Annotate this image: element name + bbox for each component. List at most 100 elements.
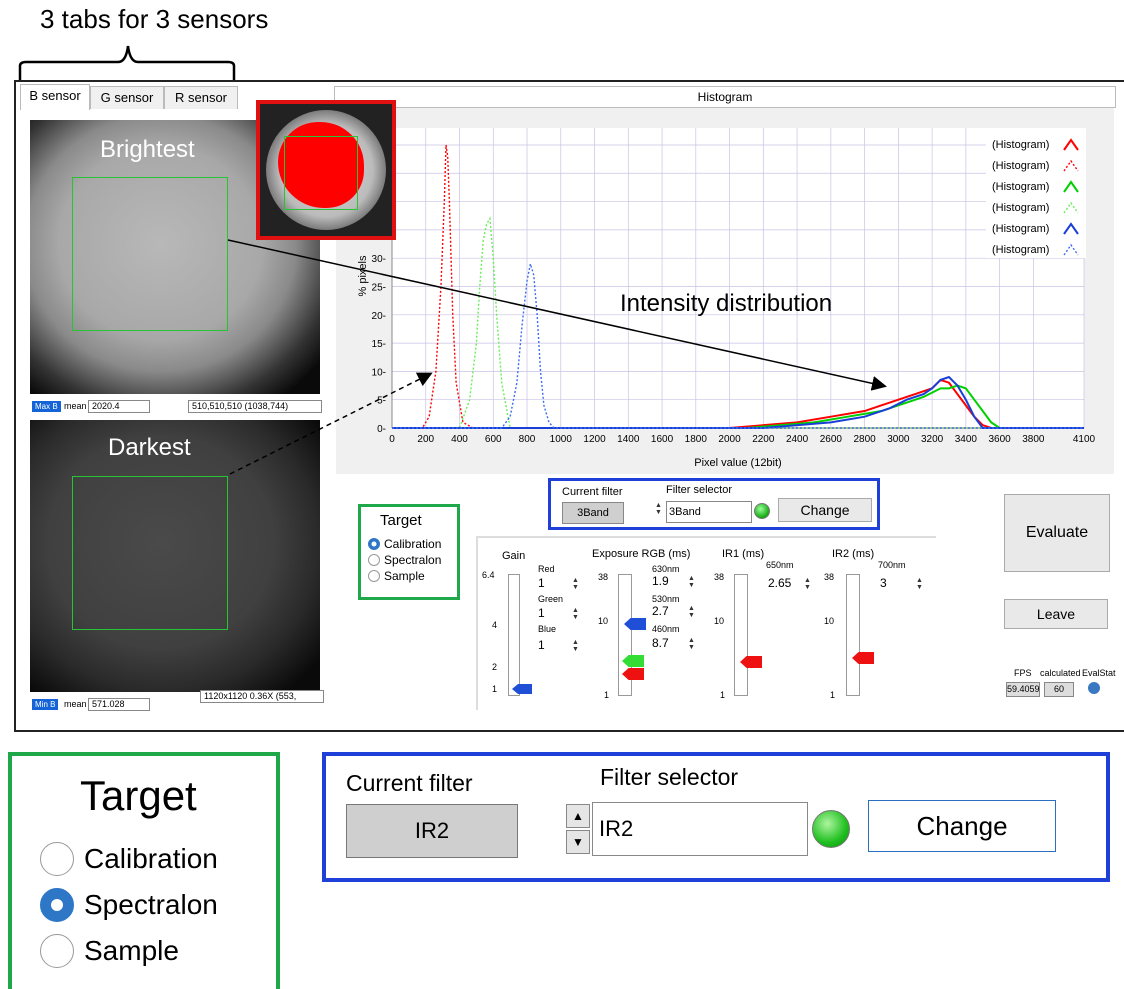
exposure-630-label: 630nm	[652, 564, 680, 574]
darkest-roi[interactable]	[72, 476, 228, 630]
saturation-inset	[256, 100, 396, 240]
zoom-target-radio-spectralon[interactable]: Spectralon	[40, 882, 218, 928]
gain-red-spinner[interactable]: ▲ ▼	[572, 577, 579, 591]
tabs-brace-annotation	[18, 45, 236, 80]
legend-entry: (Histogram)	[992, 160, 1049, 172]
exposure-tick-top: 38	[598, 572, 609, 582]
ir1-input[interactable]: 2.65	[766, 576, 802, 591]
x-tick-label: 2400	[786, 434, 809, 445]
fps-label: FPS	[1014, 668, 1032, 678]
legend-entry: (Histogram)	[992, 139, 1049, 151]
ir1-tick-mid: 10	[714, 616, 725, 626]
target-radio-button[interactable]	[368, 554, 380, 566]
target-radio-button[interactable]	[368, 570, 380, 582]
evaluate-button[interactable]: Evaluate	[1004, 494, 1110, 572]
darkest-mean-value: 571.028	[88, 698, 150, 711]
legend-entry: (Histogram)	[992, 223, 1049, 235]
tab-b-sensor[interactable]: B sensor	[20, 84, 90, 110]
darkest-mean-label: mean	[64, 699, 87, 709]
zoom-target-radio-sample[interactable]: Sample	[40, 928, 218, 974]
ir1-slider[interactable]	[734, 574, 748, 696]
target-radio-sample[interactable]: Sample	[368, 568, 441, 584]
zoom-target-radio-button[interactable]	[40, 934, 74, 968]
x-tick-label: 4100	[1073, 434, 1096, 445]
filter-status-led	[754, 503, 770, 519]
leave-button[interactable]: Leave	[1004, 599, 1108, 629]
brightest-mean-label: mean	[64, 401, 87, 411]
chart-legend: (Histogram) (Histogram) (Histogram) (Histog…	[986, 128, 1086, 258]
x-tick-label: 2000	[718, 434, 741, 445]
ir1-label: IR1 (ms)	[722, 548, 765, 560]
change-button[interactable]: Change	[778, 498, 872, 522]
ir1-tick-top: 38	[714, 572, 725, 582]
current-filter-label: Current filter	[562, 486, 623, 498]
zoom-change-button[interactable]: Change	[868, 800, 1056, 852]
gain-tick-1: 1	[492, 684, 498, 694]
gain-green-input[interactable]: 1	[536, 606, 572, 621]
x-tick-label: 400	[451, 434, 468, 445]
gain-red-input[interactable]: 1	[536, 576, 572, 591]
target-radio-spectralon[interactable]: Spectralon	[368, 552, 441, 568]
exposure-530-spinner[interactable]: ▲ ▼	[688, 605, 695, 619]
zoom-current-filter-label: Current filter	[346, 770, 473, 796]
exposure-630-spinner[interactable]: ▲ ▼	[688, 575, 695, 589]
tab-g-sensor[interactable]: G sensor	[90, 86, 164, 109]
settings-frame	[476, 536, 936, 710]
filter-selector-spinner[interactable]: ▲ ▼	[655, 502, 662, 516]
zoom-target-radio-button[interactable]	[40, 842, 74, 876]
zoom-spinner-up[interactable]: ▲	[566, 804, 590, 828]
ir2-input[interactable]: 3	[878, 576, 914, 591]
zoom-spinner-down[interactable]: ▼	[566, 830, 590, 854]
ir1-nm-label: 650nm	[766, 560, 794, 570]
zoom-target-title: Target	[80, 772, 197, 819]
ir2-slider[interactable]	[846, 574, 860, 696]
x-tick-label: 1600	[651, 434, 674, 445]
y-tick-label: 0-	[377, 424, 386, 435]
gain-red-label: Red	[538, 564, 555, 574]
x-tick-label: 3800	[1022, 434, 1045, 445]
exposure-630-input[interactable]: 1.9	[650, 574, 686, 589]
gain-green-label: Green	[538, 594, 564, 604]
x-tick-label: 3600	[988, 434, 1011, 445]
zoom-target-radio-label: Sample	[84, 935, 179, 966]
target-radio-label: Spectralon	[384, 553, 442, 567]
evalstat-label: EvalStat	[1082, 668, 1116, 678]
ir2-nm-label: 700nm	[878, 560, 906, 570]
tab-r-sensor[interactable]: R sensor	[164, 86, 238, 109]
exposure-460-label: 460nm	[652, 624, 680, 634]
zoom-filter-selector-input[interactable]: IR2	[592, 802, 808, 856]
ir1-spinner[interactable]: ▲ ▼	[804, 577, 811, 591]
exposure-460-spinner[interactable]: ▲ ▼	[688, 637, 695, 651]
zoom-target-radio-calibration[interactable]: Calibration	[40, 836, 218, 882]
brightest-mean-value: 2020.4	[88, 400, 150, 413]
exposure-530-input[interactable]: 2.7	[650, 604, 686, 619]
gain-label: Gain	[502, 550, 526, 562]
x-tick-label: 1800	[685, 434, 708, 445]
exposure-tick-mid: 10	[598, 616, 609, 626]
gain-blue-input[interactable]: 1	[536, 638, 572, 653]
x-tick-label: 200	[417, 434, 434, 445]
gain-green-spinner[interactable]: ▲ ▼	[572, 607, 579, 621]
target-title: Target	[380, 512, 422, 529]
brightest-roi[interactable]	[72, 177, 228, 331]
exposure-530-label: 530nm	[652, 594, 680, 604]
darkest-label: Darkest	[108, 434, 191, 461]
target-radio-button[interactable]	[368, 538, 380, 550]
ir2-label: IR2 (ms)	[832, 548, 875, 560]
zoom-target-radio-label: Calibration	[84, 843, 218, 874]
gain-blue-spinner[interactable]: ▲ ▼	[572, 639, 579, 653]
annotation-title: 3 tabs for 3 sensors	[40, 4, 269, 34]
y-tick-label: 25-	[372, 282, 386, 293]
x-tick-label: 1400	[617, 434, 640, 445]
x-tick-label: 0	[389, 434, 395, 445]
exposure-460-input[interactable]: 8.7	[650, 636, 686, 651]
x-tick-labels: 0 200 400 600 800 1000 1200 1400 1600 1800 2000 220…	[389, 434, 1095, 445]
ir2-spinner[interactable]: ▲ ▼	[916, 577, 923, 591]
y-tick-label: 10-	[372, 367, 386, 378]
zoom-target-radio-button[interactable]	[40, 888, 74, 922]
gain-tick-top: 6.4	[482, 570, 495, 580]
target-radio-calibration[interactable]: Calibration	[368, 536, 441, 552]
filter-selector-input[interactable]: 3Band	[666, 501, 752, 523]
exposure-label: Exposure RGB (ms)	[592, 548, 691, 560]
gain-slider[interactable]	[508, 574, 520, 696]
